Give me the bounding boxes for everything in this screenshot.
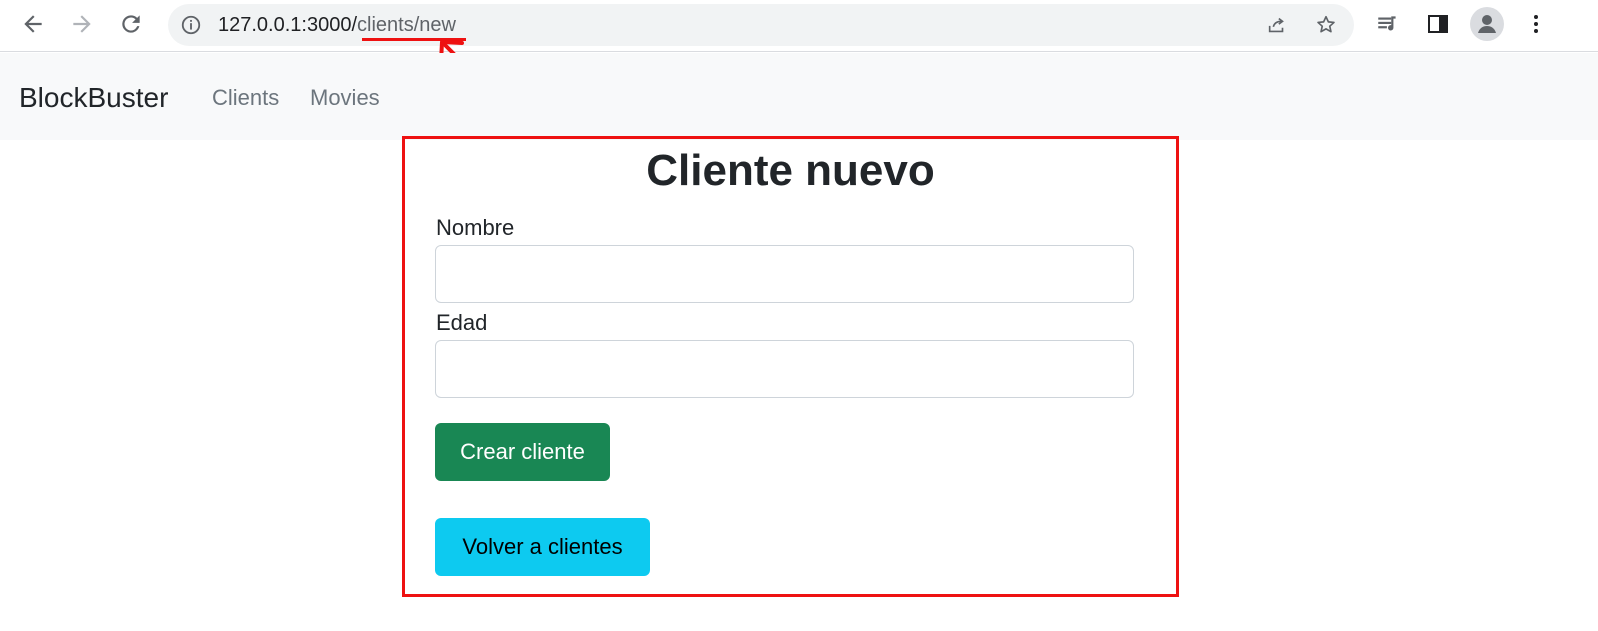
back-icon xyxy=(24,15,42,33)
nombre-label: Nombre xyxy=(436,215,515,240)
site-info-icon[interactable] xyxy=(180,14,202,36)
app-navbar: BlockBuster Clients Movies xyxy=(0,53,1598,140)
forward-button[interactable] xyxy=(64,6,100,42)
browser-toolbar: 127.0.0.1:3000/clients/new xyxy=(0,0,1598,52)
reading-list-icon xyxy=(1378,16,1396,31)
reload-button[interactable] xyxy=(113,6,149,42)
back-to-clients-button[interactable]: Volver a clientes xyxy=(435,518,650,576)
reading-list-button[interactable] xyxy=(1370,6,1406,42)
side-panel-icon xyxy=(1428,15,1448,33)
navbar-brand[interactable]: BlockBuster xyxy=(19,81,168,115)
reload-icon xyxy=(122,15,140,33)
profile-button[interactable] xyxy=(1469,6,1505,42)
forward-icon xyxy=(73,15,91,33)
nombre-input[interactable] xyxy=(435,245,1134,303)
url-path: clients/new xyxy=(357,14,456,36)
edad-input[interactable] xyxy=(435,340,1134,398)
star-icon[interactable] xyxy=(1315,14,1337,36)
nav-link-movies[interactable]: Movies xyxy=(310,83,380,113)
share-icon[interactable] xyxy=(1266,14,1288,36)
url-text: 127.0.0.1:3000/clients/new xyxy=(218,14,456,36)
address-bar[interactable]: 127.0.0.1:3000/clients/new xyxy=(168,4,1354,46)
profile-icon xyxy=(1470,7,1504,41)
nav-link-clients[interactable]: Clients xyxy=(212,83,279,113)
side-panel-button[interactable] xyxy=(1420,6,1456,42)
create-client-button[interactable]: Crear cliente xyxy=(435,423,610,481)
edad-label: Edad xyxy=(436,310,488,335)
back-button[interactable] xyxy=(15,6,51,42)
menu-icon xyxy=(1534,15,1538,33)
browser-menu-button[interactable] xyxy=(1518,6,1554,42)
url-host: 127.0.0.1:3000/ xyxy=(218,14,358,36)
page-title: Cliente nuevo xyxy=(646,146,935,195)
